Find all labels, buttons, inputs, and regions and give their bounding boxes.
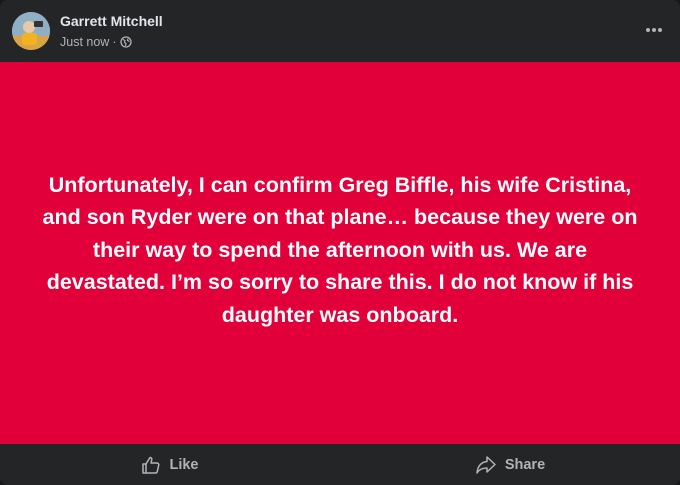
- post-text: Unfortunately, I can confirm Greg Biffle…: [42, 172, 638, 327]
- timestamp[interactable]: Just now: [60, 35, 109, 49]
- post-meta: Just now ·: [60, 35, 132, 49]
- share-label: Share: [504, 456, 546, 473]
- globe-icon[interactable]: [119, 36, 132, 48]
- post-body: Unfortunately, I can confirm Greg Biffle…: [0, 62, 680, 444]
- avatar[interactable]: [12, 12, 50, 50]
- post-actions: Like Share: [0, 444, 680, 485]
- share-button[interactable]: Share: [340, 444, 680, 485]
- like-label: Like: [169, 456, 199, 473]
- share-icon: [476, 455, 496, 474]
- avatar-image: [12, 12, 50, 50]
- post-header: Garrett Mitchell Just now ·: [0, 0, 680, 62]
- like-button[interactable]: Like: [0, 444, 340, 485]
- thumbs-up-icon: [142, 456, 160, 474]
- post-card: Garrett Mitchell Just now · Unfortunatel…: [0, 0, 680, 485]
- more-dot: [658, 28, 662, 32]
- more-dot: [652, 28, 656, 32]
- more-dots-icon: [646, 28, 650, 32]
- meta-separator: ·: [112, 35, 117, 49]
- more-options-button[interactable]: [642, 18, 666, 42]
- author-name[interactable]: Garrett Mitchell: [60, 13, 163, 29]
